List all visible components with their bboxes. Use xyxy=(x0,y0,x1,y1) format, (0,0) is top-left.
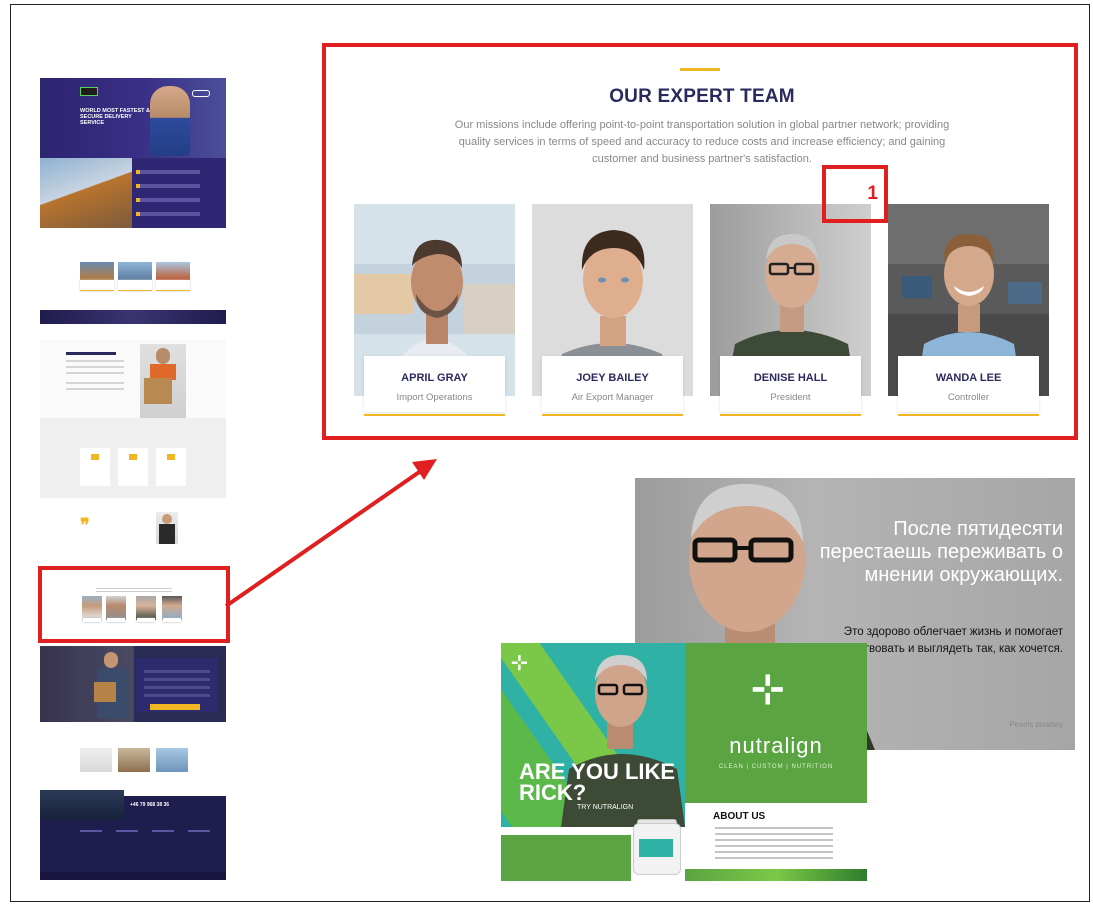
ad-nutralign: ⊹ ARE YOU LIKE RICK? TRY NUTRALIGN ⊹ nut… xyxy=(501,643,867,881)
member-underline xyxy=(364,414,505,416)
member-role: President xyxy=(770,392,811,403)
member-caption: WANDA LEE Controller xyxy=(898,356,1039,412)
team-member-card[interactable]: JOEY BAILEY Air Export Manager xyxy=(532,204,693,416)
nutralign-logo-icon: ⊹ xyxy=(751,667,785,711)
ad-brand-panel: ⊹ nutralign CLEAN | CUSTOM | NUTRITION xyxy=(685,643,867,803)
ad-credit: Pexels pixabay xyxy=(1009,720,1063,729)
section-title: OUR EXPERT TEAM xyxy=(609,86,795,107)
member-caption: APRIL GRAY Import Operations xyxy=(364,356,505,412)
team-member-card[interactable]: APRIL GRAY Import Operations xyxy=(354,204,515,416)
annotation-number: 1 xyxy=(867,183,878,204)
ad-about-title: ABOUT US xyxy=(713,811,766,822)
ad-green-band xyxy=(501,827,631,881)
title-accent-bar xyxy=(680,68,720,71)
ad-brand-tagline: CLEAN | CUSTOM | NUTRITION xyxy=(718,764,834,770)
member-underline xyxy=(720,414,861,416)
member-name: WANDA LEE xyxy=(935,372,1002,384)
section-description: Our missions include offering point-to-p… xyxy=(454,119,950,165)
member-role: Import Operations xyxy=(396,392,473,403)
member-underline xyxy=(898,414,1039,416)
member-name: APRIL GRAY xyxy=(401,372,468,384)
nutralign-logo-icon: ⊹ xyxy=(511,652,528,674)
member-role: Air Export Manager xyxy=(571,392,654,403)
product-jar-label xyxy=(639,839,673,857)
ad-body: Это здорово облегчает жизнь и помогает д… xyxy=(838,626,1064,655)
ad-headline: После пятидесяти перестаешь переживать о… xyxy=(819,518,1063,586)
ad-slogan: ARE YOU LIKE RICK? xyxy=(519,759,676,805)
ad-cta: TRY NUTRALIGN xyxy=(577,804,634,811)
member-caption: DENISE HALL President xyxy=(720,356,861,412)
member-name: JOEY BAILEY xyxy=(576,372,649,384)
team-member-card[interactable]: WANDA LEE Controller xyxy=(888,204,1049,416)
member-name: DENISE HALL xyxy=(753,372,828,384)
annotation-badge: 1 xyxy=(822,165,888,223)
ad-left-panel: ⊹ ARE YOU LIKE RICK? TRY NUTRALIGN xyxy=(501,643,685,827)
member-role: Controller xyxy=(947,392,990,403)
member-caption: JOEY BAILEY Air Export Manager xyxy=(542,356,683,412)
member-underline xyxy=(542,414,683,416)
ad-bottom-bar xyxy=(685,869,867,881)
team-member-card[interactable]: DENISE HALL President xyxy=(710,204,871,416)
ad-brand-name: nutralign xyxy=(729,733,823,758)
